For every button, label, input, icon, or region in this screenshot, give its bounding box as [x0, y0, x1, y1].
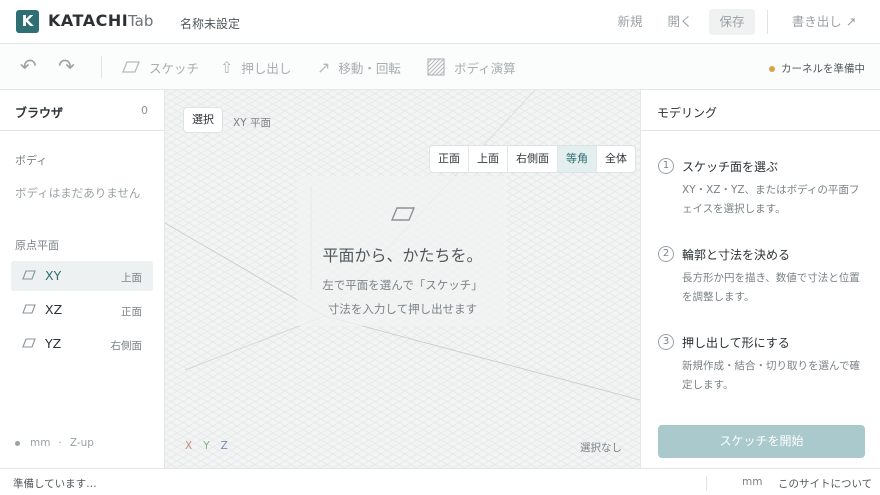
sidebar-title: ブラウザ	[15, 106, 64, 120]
step-title: 輪郭と寸法を決める	[682, 248, 791, 262]
axis-x-label: X	[185, 440, 193, 452]
step-number: 1	[658, 158, 674, 174]
step-description: 長方形か円を描き、数値で寸法と位置を調整します。	[682, 272, 860, 303]
plane-view-label: 上面	[121, 272, 142, 284]
boolean-tool-label: ボディ演算	[454, 60, 516, 76]
footer-separator: ·	[58, 437, 62, 449]
new-button[interactable]: 新規	[611, 9, 649, 35]
toolbar-divider	[101, 56, 102, 78]
sketch-tool-button[interactable]: スケッチ	[122, 57, 199, 77]
view-top-button[interactable]: 上面	[469, 146, 508, 172]
document-name[interactable]: 名称未設定	[180, 15, 240, 32]
planes-section-label: 原点平面	[15, 239, 59, 252]
start-sketch-button[interactable]: スケッチを開始	[658, 425, 865, 458]
plane-name: XY	[45, 268, 62, 283]
select-mode-button[interactable]: 選択	[183, 107, 223, 133]
kernel-status-text: カーネルを準備中	[781, 63, 865, 75]
unit-dot-icon	[15, 440, 20, 446]
undo-icon[interactable]: ↶	[20, 54, 37, 78]
plane-icon	[22, 304, 36, 314]
3d-viewport[interactable]: 選択 XY 平面 正面 上面 右側面 等角 全体 平面から、かたちを。 左で平面…	[165, 90, 640, 468]
plane-icon	[390, 207, 416, 221]
bodies-section-label: ボディ	[15, 154, 48, 167]
step-title: 押し出して形にする	[682, 336, 790, 350]
panel-title: モデリング	[657, 106, 718, 120]
status-unit: mm	[742, 476, 763, 488]
toolbar: ↶ ↷ スケッチ ⇧ 押し出し ↗ 移動・回転 ボディ演算 カーネルを準備中	[0, 44, 880, 90]
plane-name: YZ	[45, 336, 62, 351]
redo-icon[interactable]: ↷	[58, 54, 75, 78]
plane-name: XZ	[45, 302, 63, 317]
axis-z-label: Z	[220, 440, 228, 452]
step-number: 3	[658, 334, 674, 350]
arrow-diagonal-icon: ↗	[317, 57, 331, 77]
empty-state-hint-1: 左で平面を選んで「スケッチ」	[322, 278, 483, 292]
axis-legend: X Y Z	[185, 440, 228, 452]
status-bar: 準備しています… mm このサイトについて	[0, 468, 880, 495]
save-button[interactable]: 保存	[709, 9, 755, 35]
empty-state-hint-2: 寸法を入力して押し出せます	[327, 302, 478, 316]
move-tool-button[interactable]: ↗ 移動・回転	[317, 57, 401, 77]
empty-state-title: 平面から、かたちを。	[322, 246, 483, 265]
brand-subtitle: Tab	[128, 12, 154, 30]
step-title: スケッチ面を選ぶ	[682, 160, 779, 174]
boolean-tool-button[interactable]: ボディ演算	[427, 57, 516, 77]
brand-name: KATACHI	[48, 11, 129, 30]
sidebar-item-yz-plane[interactable]: YZ 右側面	[11, 329, 153, 359]
step-number: 2	[658, 246, 674, 262]
bodies-empty-message: ボディはまだありません	[15, 186, 141, 200]
view-front-button[interactable]: 正面	[430, 146, 469, 172]
plane-view-label: 正面	[121, 306, 142, 318]
status-divider	[706, 476, 707, 490]
app-header: K KATACHI Tab 名称未設定 新規 開く 保存 書き出し ↗	[0, 0, 880, 44]
view-right-button[interactable]: 右側面	[508, 146, 558, 172]
selection-status: 選択なし	[580, 442, 622, 454]
view-fit-button[interactable]: 全体	[597, 146, 635, 172]
footer-axis: Z-up	[69, 437, 94, 449]
move-tool-label: 移動・回転	[338, 60, 401, 76]
step-description: 新規作成・結合・切り取りを選んで確定します。	[682, 360, 860, 391]
plane-view-label: 右側面	[110, 340, 143, 352]
header-divider	[767, 10, 768, 34]
sidebar-header: ブラウザ 0	[0, 90, 164, 131]
active-plane-label: XY 平面	[233, 117, 271, 129]
parallelogram-icon	[122, 61, 140, 73]
sidebar-item-xy-plane[interactable]: XY 上面	[11, 261, 153, 291]
modeling-panel: モデリング 1 スケッチ面を選ぶ XY・XZ・YZ、またはボディの平面フェイスを…	[640, 90, 880, 468]
kernel-status: カーネルを準備中	[769, 61, 865, 76]
panel-header: モデリング	[641, 90, 880, 131]
extrude-tool-label: 押し出し	[241, 60, 292, 76]
sketch-tool-label: スケッチ	[149, 60, 200, 76]
plane-icon	[22, 338, 36, 348]
plane-icon	[22, 270, 36, 280]
about-link[interactable]: このサイトについて	[778, 476, 872, 491]
axis-y-label: Y	[203, 440, 210, 452]
status-dot-icon	[769, 65, 775, 72]
open-button[interactable]: 開く	[661, 9, 699, 35]
arrow-up-icon: ⇧	[220, 57, 234, 77]
browser-sidebar: ブラウザ 0 ボディ ボディはまだありません 原点平面 XY 上面 XZ 正面 …	[0, 90, 165, 468]
sidebar-item-xz-plane[interactable]: XZ 正面	[11, 295, 153, 325]
export-button[interactable]: 書き出し ↗	[782, 9, 866, 35]
app-logo: K	[16, 10, 39, 33]
status-message: 準備しています…	[13, 478, 97, 490]
extrude-tool-button[interactable]: ⇧ 押し出し	[220, 57, 291, 77]
view-iso-button[interactable]: 等角	[558, 146, 597, 172]
footer-unit: mm	[30, 437, 51, 449]
sidebar-count: 0	[141, 104, 148, 117]
step-description: XY・XZ・YZ、またはボディの平面フェイスを選択します。	[682, 184, 860, 215]
sidebar-footer: mm · Z-up	[15, 437, 94, 449]
hatch-icon	[427, 58, 445, 76]
view-switcher: 正面 上面 右側面 等角 全体	[429, 145, 636, 173]
